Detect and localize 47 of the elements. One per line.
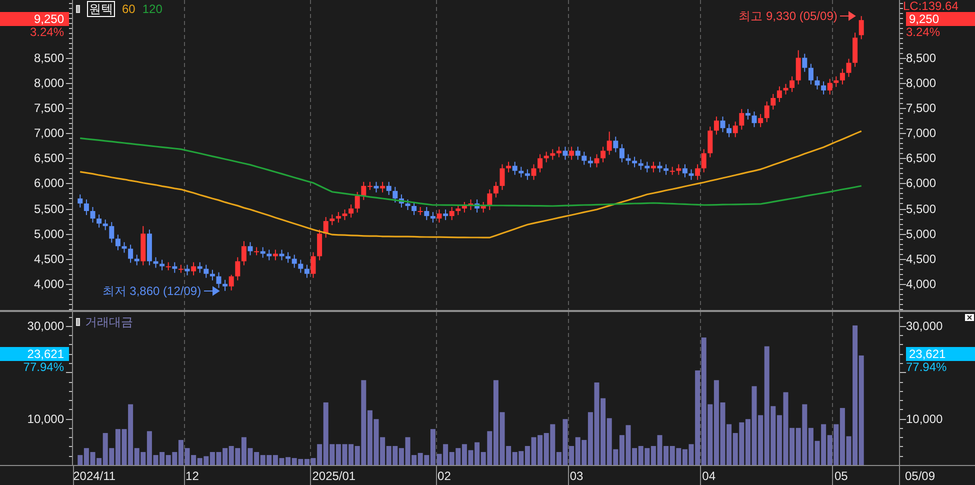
axis-label: 8,500: [34, 50, 64, 65]
axis-label: 4,500: [906, 252, 936, 266]
volume-tag: 23,621: [0, 347, 69, 362]
annotation-label: 최고 9,330 (05/09): [738, 9, 838, 24]
legend-label: 60: [122, 2, 136, 16]
axis-label: 5,500: [906, 202, 936, 216]
date-label: 02: [438, 469, 451, 483]
axis-label: 8,500: [906, 50, 936, 65]
date-label: 12: [186, 469, 199, 483]
axis-label: 10,000: [27, 412, 64, 426]
date-label: 2024/11: [73, 469, 116, 483]
change-percent: 3.24%: [30, 26, 64, 40]
legend-label: 120: [142, 2, 162, 16]
legend-label: 거래대금: [85, 315, 133, 329]
axis-label: 7,500: [34, 101, 64, 116]
axis-label: 5,500: [34, 202, 64, 216]
annotation-label: 최저 3,860 (12/09): [102, 284, 202, 298]
volume-tag: 23,621: [906, 347, 975, 362]
price-tag: 9,250: [0, 12, 69, 26]
axis-label: 8,000: [906, 76, 936, 90]
date-label: 2025/01: [312, 469, 356, 483]
volume-ratio: 77.94%: [23, 361, 64, 374]
axis-label: 7,500: [906, 101, 936, 116]
volume-ratio: 77.94%: [906, 361, 947, 374]
axis-label: 4,000: [34, 276, 64, 291]
lc-value: LC:139.64: [903, 0, 958, 13]
axis-label: 10,000: [906, 412, 943, 426]
axis-label: 6,000: [34, 176, 64, 190]
axis-label: 5,000: [34, 226, 64, 241]
axis-label: 30,000: [906, 318, 943, 333]
axis-label: 5,000: [906, 226, 936, 241]
axis-label: 8,000: [34, 76, 64, 90]
axis-label: 6,500: [906, 151, 936, 166]
date-label: 05/09: [905, 469, 936, 483]
chart-title: 원텍: [87, 1, 115, 17]
date-label: 04: [702, 469, 716, 483]
price-tag: 9,250: [906, 12, 975, 26]
axis-label: 6,000: [906, 176, 936, 190]
axis-label: 30,000: [27, 318, 64, 333]
axis-label: 4,000: [906, 276, 936, 291]
axis-label: 4,500: [34, 252, 64, 266]
axis-label: 7,000: [906, 126, 936, 140]
change-percent: 3.24%: [906, 26, 940, 40]
date-label: 03: [570, 469, 584, 483]
date-label: 05: [834, 469, 848, 483]
axis-label: 6,500: [34, 151, 64, 166]
axis-label: 7,000: [34, 126, 64, 140]
